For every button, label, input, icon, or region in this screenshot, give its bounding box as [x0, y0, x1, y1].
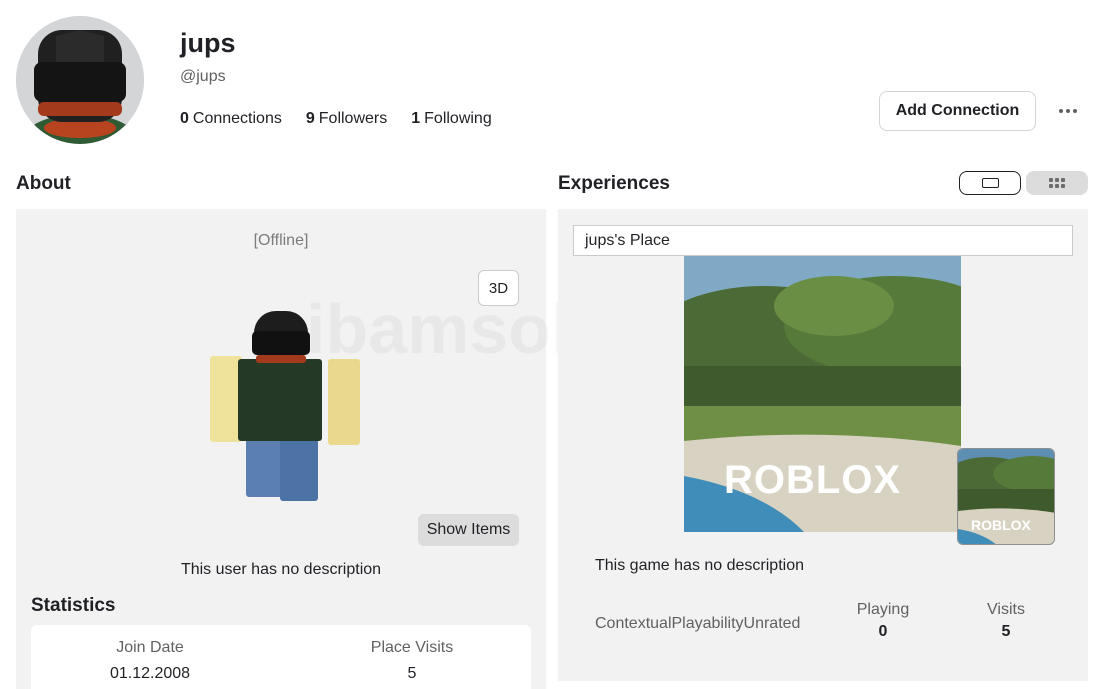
about-panel: [Offline] ibamsohe 3D Show Items This us…	[16, 209, 633, 689]
following-label: Following	[424, 110, 492, 127]
visits-value: 5	[1001, 623, 1011, 640]
place-visits-label: Place Visits	[370, 639, 454, 656]
add-connection-button[interactable]: Add Connection	[879, 91, 1036, 131]
toggle-3d-button[interactable]: 3D	[478, 270, 519, 306]
join-date-stat: Join Date 01.12.2008	[50, 639, 250, 683]
playing-value: 0	[878, 623, 888, 640]
game-rating: ContextualPlayabilityUnrated	[595, 615, 801, 632]
statistics-title: Statistics	[31, 595, 116, 616]
playing-stat: Playing 0	[833, 601, 933, 641]
grid-view-icon[interactable]	[1026, 171, 1088, 195]
more-options-icon[interactable]	[1053, 98, 1083, 124]
connections-label: Connections	[192, 110, 282, 127]
user-description: This user has no description	[180, 561, 382, 578]
visits-stat: Visits 5	[956, 601, 1056, 641]
roblox-logo: ROBLOX	[724, 458, 902, 502]
roblox-logo-small: ROBLOX	[971, 517, 1031, 533]
avatar-headshot	[16, 16, 144, 144]
followers-count: 9	[305, 110, 315, 127]
card-view-icon[interactable]	[959, 171, 1021, 195]
about-title: About	[16, 173, 71, 194]
experiences-panel: jups's Place ROBLOX ROBLOX This game has…	[558, 209, 1088, 681]
join-date-value: 01.12.2008	[109, 665, 191, 682]
display-name: jups	[180, 28, 236, 58]
playing-label: Playing	[856, 601, 910, 618]
following-count: 1	[411, 110, 421, 127]
game-description: This game has no description	[595, 557, 804, 574]
avatar-full-body[interactable]	[206, 301, 366, 511]
following-link[interactable]: 1 Following	[411, 110, 492, 128]
game-thumbnail-small[interactable]: ROBLOX	[957, 448, 1055, 545]
followers-link[interactable]: 9 Followers	[306, 110, 387, 128]
connections-count: 0	[180, 110, 189, 127]
visits-label: Visits	[987, 601, 1025, 618]
place-name-tab[interactable]: jups's Place	[573, 225, 1073, 256]
social-stats: 0 Connections 9 Followers 1 Following	[180, 110, 516, 128]
presence-status: [Offline]	[253, 232, 309, 249]
show-items-button[interactable]: Show Items	[418, 514, 519, 546]
profile-avatar	[16, 16, 144, 144]
join-date-label: Join Date	[116, 639, 184, 656]
game-thumbnail[interactable]: ROBLOX	[684, 256, 961, 532]
place-visits-value: 5	[407, 665, 417, 682]
followers-label: Followers	[318, 110, 388, 127]
connections-link[interactable]: 0 Connections	[180, 110, 282, 128]
experiences-title: Experiences	[558, 173, 670, 194]
statistics-card: Join Date 01.12.2008 Place Visits 5	[31, 625, 531, 689]
username: @jups	[180, 68, 226, 85]
place-visits-stat: Place Visits 5	[312, 639, 512, 683]
